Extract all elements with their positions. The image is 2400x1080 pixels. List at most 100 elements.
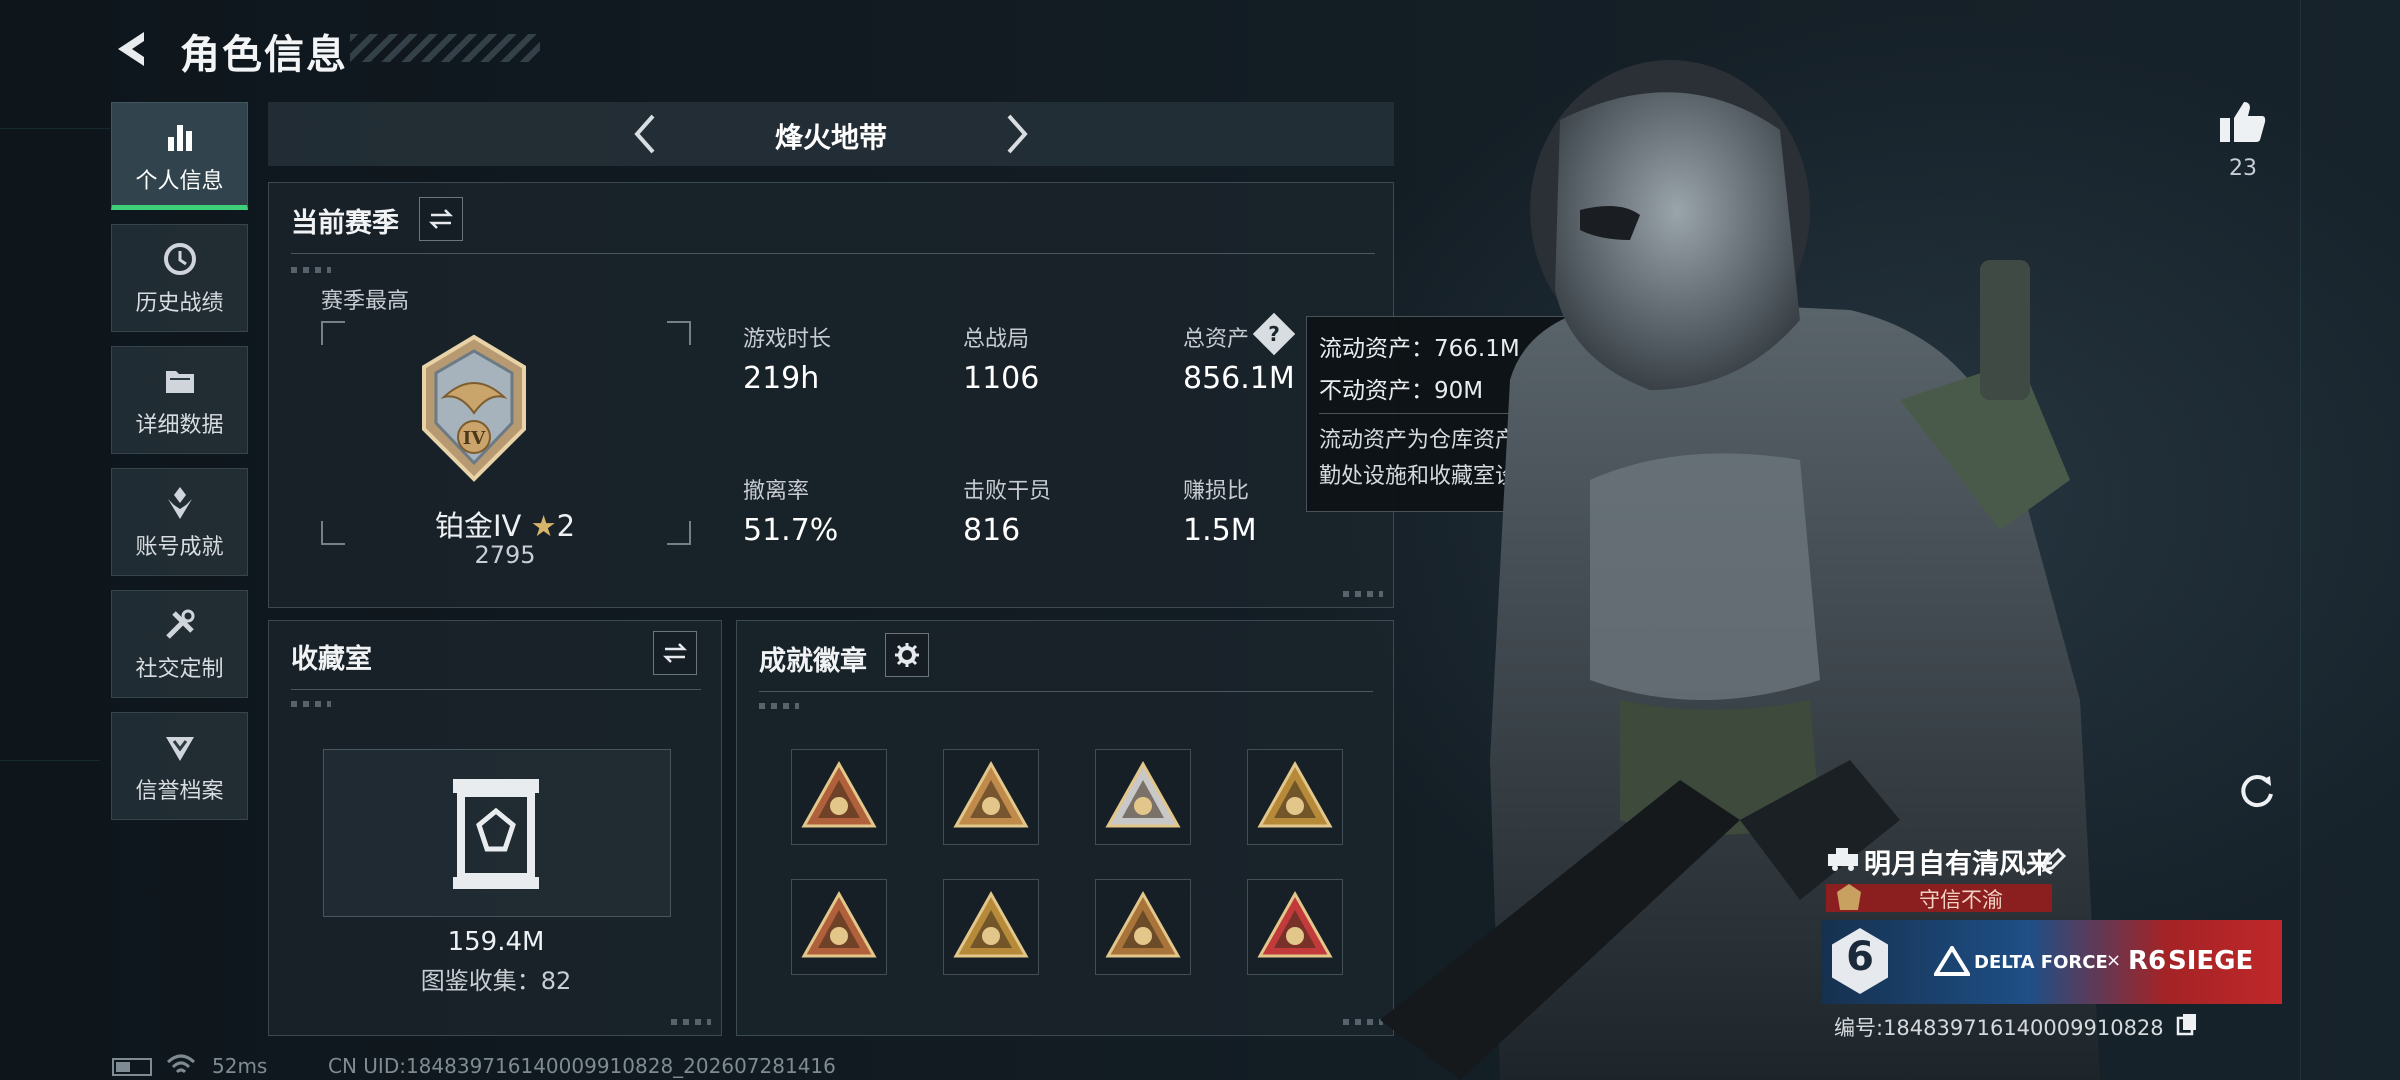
stat-value: 816 bbox=[963, 513, 1021, 548]
achievements-panel: 成就徽章 bbox=[736, 620, 1394, 1036]
banner-x: × bbox=[2106, 950, 2122, 971]
battery-icon bbox=[112, 1058, 152, 1076]
decor-mark bbox=[1343, 1019, 1383, 1025]
season-panel: 当前赛季 赛季最高 IV 铂金IV ★2 2795 游戏时长 219h 总战局 … bbox=[268, 182, 1394, 608]
sidebar-item-history[interactable]: 历史战绩 bbox=[111, 224, 248, 332]
sidebar-item-label: 个人信息 bbox=[135, 169, 224, 194]
sidebar-item-profile[interactable]: 个人信息 bbox=[111, 102, 248, 210]
rank-name: 铂金IV bbox=[434, 509, 522, 543]
decor-line bbox=[2300, 0, 2301, 1080]
star-shield-badge-icon[interactable] bbox=[1247, 879, 1343, 975]
decor-line bbox=[0, 760, 100, 761]
rank-score: 2795 bbox=[474, 541, 536, 569]
sb-plane-badge-icon[interactable] bbox=[943, 749, 1039, 845]
season-best-label: 赛季最高 bbox=[321, 289, 410, 314]
rank-stars: 2 bbox=[556, 509, 576, 543]
refresh-icon[interactable] bbox=[2236, 770, 2278, 812]
stat-label: 击败干员 bbox=[963, 479, 1052, 504]
uid-text: CN UID:1848397161400099108​28_2026072814… bbox=[328, 1054, 836, 1078]
thumbs-up-icon[interactable] bbox=[2218, 98, 2268, 144]
gear-icon bbox=[895, 643, 919, 667]
collection-count: 图鉴收集：82 bbox=[420, 967, 572, 995]
sidebar-item-label: 历史战绩 bbox=[135, 291, 224, 316]
divider bbox=[759, 691, 1373, 692]
decor-mark bbox=[1343, 591, 1383, 597]
shield-icon bbox=[165, 737, 194, 761]
divider bbox=[291, 253, 1375, 254]
stat-label: 游戏时长 bbox=[743, 327, 832, 352]
rank-roman: IV bbox=[463, 428, 486, 449]
star-icon: ★ bbox=[530, 509, 557, 543]
sidebar-item-label: 账号成就 bbox=[135, 535, 224, 560]
help-icon-mark: ? bbox=[1268, 322, 1280, 346]
vault-icon bbox=[453, 779, 539, 889]
squad-badge-icon[interactable] bbox=[1095, 879, 1191, 975]
frame-corner bbox=[667, 321, 691, 345]
collection-panel: 收藏室 159.4M 图鉴收集：82 bbox=[268, 620, 722, 1036]
sb-badge-icon[interactable] bbox=[791, 749, 887, 845]
folder-icon bbox=[165, 371, 194, 393]
next-mode-arrow-icon[interactable] bbox=[991, 110, 1039, 158]
stat-value: 1106 bbox=[963, 361, 1040, 396]
r6-text: R6 bbox=[2128, 946, 2167, 976]
season-switch-button[interactable] bbox=[419, 197, 463, 241]
stat-value: 51.7% bbox=[743, 513, 839, 548]
collection-value: 159.4M bbox=[447, 927, 545, 957]
achievements-title: 成就徽章 bbox=[759, 646, 867, 677]
page-title: 角色信息 bbox=[180, 32, 348, 78]
back-arrow-icon[interactable] bbox=[110, 26, 156, 72]
honor-medal-icon bbox=[1837, 884, 1861, 910]
six-logo-text: 6 bbox=[1846, 934, 1874, 980]
edit-icon[interactable] bbox=[2040, 846, 2068, 874]
stat-label: 赚损比 bbox=[1183, 479, 1250, 504]
siege-text: SIEGE bbox=[2168, 946, 2254, 976]
stat-value: 856.1M bbox=[1183, 361, 1295, 396]
sidebar-item-achievements[interactable]: 账号成就 bbox=[111, 468, 248, 576]
player-id: 编号:1848397161400099108​28 bbox=[1834, 1016, 2164, 1040]
delta-force-text: DELTA FORCE bbox=[1974, 952, 2108, 973]
copy-icon[interactable] bbox=[2176, 1012, 2198, 1036]
rank-emblem-icon: IV bbox=[422, 334, 526, 482]
decor-mark bbox=[671, 1019, 711, 1025]
player-name: 明月自有清风来 bbox=[1864, 849, 2053, 880]
wifi-icon bbox=[166, 1054, 196, 1074]
stat-label: 总战局 bbox=[963, 327, 1030, 352]
sidebar-item-details[interactable]: 详细数据 bbox=[111, 346, 248, 454]
sidebar-item-credit[interactable]: 信誉档案 bbox=[111, 712, 248, 820]
eagle-badge-icon[interactable] bbox=[1095, 749, 1191, 845]
like-count: 23 bbox=[2229, 156, 2257, 181]
sidebar-item-label: 信誉档案 bbox=[135, 779, 224, 804]
tools-icon bbox=[165, 609, 194, 639]
stat-label: 撤离率 bbox=[743, 479, 810, 504]
stat-value: 1.5M bbox=[1183, 513, 1257, 548]
stat-value: 219h bbox=[743, 361, 820, 396]
bar-chart-icon bbox=[167, 125, 192, 151]
rank-line: 铂金IV ★2 bbox=[321, 503, 689, 545]
swap-icon bbox=[428, 209, 454, 229]
decor-mark bbox=[291, 267, 331, 273]
vehicle-icon bbox=[1828, 848, 1858, 871]
event-banner[interactable]: 6 DELTA FORCE × R6 SIEGE bbox=[1822, 920, 2282, 1004]
achievements-settings-button[interactable] bbox=[885, 633, 929, 677]
delta-force-logo-icon bbox=[1934, 946, 1970, 976]
sidebar-item-social[interactable]: 社交定制 bbox=[111, 590, 248, 698]
helmet-badge-icon[interactable] bbox=[791, 879, 887, 975]
ping-text: 52ms bbox=[212, 1054, 268, 1078]
collection-switch-button[interactable] bbox=[653, 631, 697, 675]
soldier-badge-icon[interactable] bbox=[1247, 749, 1343, 845]
divider bbox=[291, 689, 701, 690]
honor-title: 守信不渝 bbox=[1919, 888, 2003, 912]
decor-line bbox=[0, 128, 110, 129]
season-title: 当前赛季 bbox=[291, 208, 399, 239]
decor-mark bbox=[759, 703, 799, 709]
canister-badge-icon[interactable] bbox=[943, 879, 1039, 975]
stat-label: 总资产 bbox=[1183, 327, 1250, 352]
swap-icon bbox=[662, 643, 688, 663]
sidebar-item-label: 详细数据 bbox=[135, 413, 224, 438]
sidebar-item-label: 社交定制 bbox=[135, 657, 224, 682]
decor-mark bbox=[291, 701, 331, 707]
mode-name: 烽火地带 bbox=[774, 121, 887, 154]
mode-selector: 烽火地带 bbox=[268, 102, 1394, 166]
collection-title: 收藏室 bbox=[291, 644, 372, 675]
achievement-icon bbox=[167, 487, 192, 519]
